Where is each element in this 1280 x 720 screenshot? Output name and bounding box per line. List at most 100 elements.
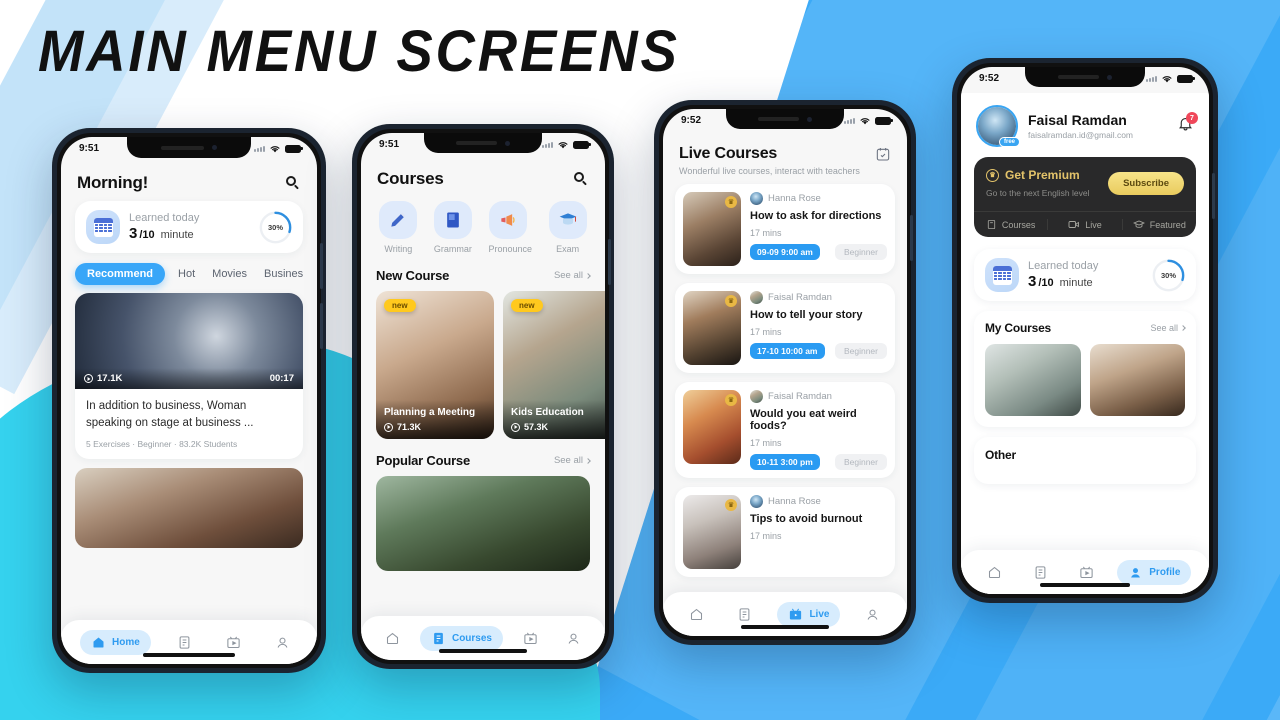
premium-link-live[interactable]: Live: [1047, 219, 1121, 230]
page-subtitle: Wonderful live courses, interact with te…: [679, 166, 860, 176]
notification-count: 7: [1186, 112, 1198, 124]
tab-business[interactable]: Busines: [260, 263, 307, 285]
avatar: [750, 291, 763, 304]
home-indicator: [439, 649, 527, 653]
feed-meta: 5 Exercises · Beginner · 83.2K Students: [86, 439, 238, 450]
new-course-card-1[interactable]: new Planning a Meeting 71.3K: [376, 291, 494, 439]
category-exam[interactable]: Exam: [548, 201, 587, 254]
avatar: [750, 495, 763, 508]
live-course-teacher: Hanna Rose: [768, 496, 821, 507]
status-bar: 9:51: [361, 133, 605, 150]
nav-courses[interactable]: [729, 602, 760, 627]
feed-views: 17.1K: [97, 373, 123, 384]
premium-link-courses[interactable]: Courses: [974, 219, 1047, 230]
live-course-duration: 17 mins: [750, 531, 782, 541]
feed-card[interactable]: 17.1K 00:17 In addition to business, Wom…: [75, 293, 303, 460]
live-course-teacher: Faisal Ramdan: [768, 292, 832, 303]
live-icon: [790, 608, 802, 619]
live-course-thumbnail[interactable]: ♛: [683, 390, 741, 464]
avatar[interactable]: free: [976, 105, 1020, 147]
battery-icon: [875, 116, 893, 125]
nav-profile[interactable]: [857, 602, 888, 627]
nav-live[interactable]: [1071, 560, 1102, 585]
nav-live[interactable]: Live: [777, 601, 841, 627]
nav-home-label: Home: [112, 636, 140, 648]
tab-recommend[interactable]: Recommend: [75, 263, 166, 285]
nav-live[interactable]: [218, 630, 249, 655]
profile-name: Faisal Ramdan: [1028, 112, 1127, 128]
subscribe-button[interactable]: Subscribe: [1108, 171, 1184, 195]
nav-profile[interactable]: Profile: [1117, 559, 1192, 585]
profile-icon: [568, 633, 579, 644]
live-course-schedule[interactable]: 17-10 10:00 am: [750, 343, 825, 359]
calendar-icon[interactable]: [875, 146, 891, 162]
live-course-schedule[interactable]: 09-09 9:00 am: [750, 244, 820, 260]
battery-icon: [1177, 74, 1195, 83]
courses-icon: [1035, 565, 1046, 579]
nav-profile[interactable]: [267, 630, 298, 655]
category-grammar[interactable]: Grammar: [433, 201, 472, 254]
live-course-card[interactable]: ♛ Faisal Ramdan Would you eat weird food…: [675, 382, 895, 478]
search-icon[interactable]: [286, 175, 301, 191]
new-badge: new: [511, 299, 543, 312]
nav-home[interactable]: [681, 602, 712, 627]
nav-live[interactable]: [515, 626, 546, 651]
premium-link-featured[interactable]: Featured: [1121, 219, 1196, 230]
popular-course-card[interactable]: [376, 476, 590, 571]
live-course-card[interactable]: ♛ Hanna Rose Tips to avoid burnout 17 mi…: [675, 487, 895, 577]
book-icon: [987, 219, 996, 230]
signal-icon: [542, 141, 553, 148]
feed-thumbnail[interactable]: 17.1K 00:17: [75, 293, 303, 389]
premium-card[interactable]: ♛ Get Premium Go to the next English lev…: [974, 157, 1196, 237]
live-icon: [524, 632, 537, 644]
tab-movies[interactable]: Movies: [208, 263, 251, 285]
live-course-schedule[interactable]: 10-11 3:00 pm: [750, 454, 820, 470]
page-heading: Courses: [377, 169, 444, 188]
nav-home[interactable]: [979, 560, 1010, 585]
home-icon: [988, 566, 1000, 578]
page-heading: Morning!: [77, 173, 149, 192]
search-icon[interactable]: [574, 171, 589, 187]
tab-hot[interactable]: Hot: [174, 263, 199, 285]
nav-profile[interactable]: [558, 626, 589, 651]
signal-icon: [844, 117, 855, 124]
feed-card-secondary[interactable]: [75, 468, 303, 549]
notification-bell[interactable]: 7: [1177, 112, 1198, 137]
profile-icon: [1131, 567, 1141, 577]
live-course-thumbnail[interactable]: ♛: [683, 495, 741, 569]
crown-icon: ♛: [725, 499, 737, 511]
my-courses-see-all[interactable]: See all: [1150, 323, 1186, 333]
live-course-thumbnail[interactable]: ♛: [683, 291, 741, 365]
my-course-thumbnail[interactable]: [1089, 344, 1185, 416]
live-course-title: How to ask for directions: [750, 210, 882, 222]
nav-courses[interactable]: [169, 630, 200, 655]
home-icon: [386, 632, 399, 644]
nav-home[interactable]: [377, 626, 408, 651]
wifi-icon: [270, 146, 280, 153]
new-course-card-2[interactable]: new Kids Education 57.3K: [503, 291, 605, 439]
profile-email: faisalramdan.id@gmail.com: [1028, 130, 1134, 140]
new-course-views-1: 71.3K: [397, 422, 422, 432]
wifi-icon: [860, 118, 870, 125]
category-pronounce[interactable]: Pronounce: [488, 201, 532, 254]
nav-home[interactable]: Home: [80, 629, 151, 655]
popular-course-see-all[interactable]: See all: [554, 455, 591, 466]
learned-value: 3: [129, 225, 138, 242]
learned-today-card[interactable]: Learned today 3 /10 minute 30%: [974, 249, 1196, 301]
phone-home-screen: 9:51 Morning! Learned today 3 /10 minute…: [52, 128, 326, 673]
courses-icon: [740, 607, 750, 621]
nav-profile-label: Profile: [1149, 566, 1181, 578]
nav-courses[interactable]: Courses: [419, 625, 503, 651]
category-writing[interactable]: Writing: [379, 201, 418, 254]
learned-unit: minute: [1059, 277, 1093, 289]
learned-today-card[interactable]: Learned today 3 /10 minute 30%: [75, 201, 303, 253]
new-course-see-all[interactable]: See all: [554, 270, 591, 281]
nav-courses[interactable]: [1025, 560, 1056, 585]
live-course-duration: 17 mins: [750, 228, 782, 238]
live-course-level: Beginner: [834, 454, 887, 470]
live-course-card[interactable]: ♛ Faisal Ramdan How to tell your story 1…: [675, 283, 895, 373]
live-course-card[interactable]: ♛ Hanna Rose How to ask for directions 1…: [675, 184, 895, 274]
live-course-thumbnail[interactable]: ♛: [683, 192, 741, 266]
premium-title: Get Premium: [1005, 168, 1080, 182]
my-course-thumbnail[interactable]: [985, 344, 1081, 416]
